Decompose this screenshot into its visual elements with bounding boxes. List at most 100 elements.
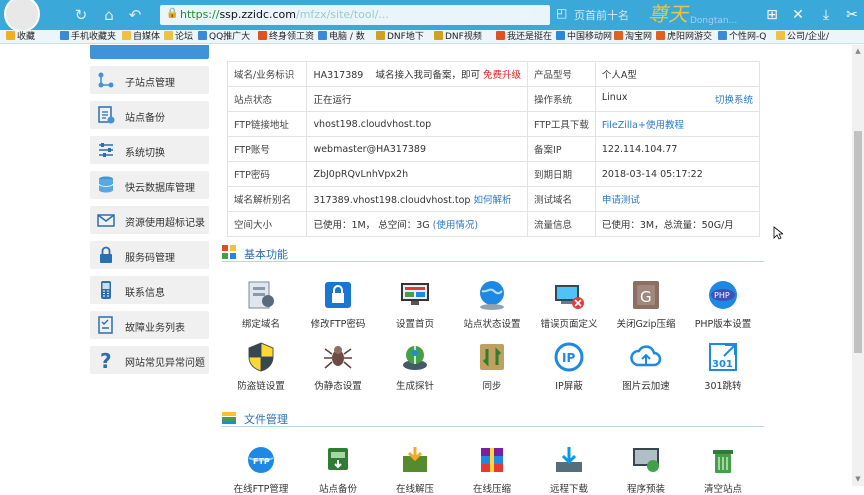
- apply-test-link[interactable]: 申请测试: [602, 195, 640, 206]
- func-probe[interactable]: 生成探针: [378, 341, 452, 392]
- bookmark-item[interactable]: 个性网-Q: [718, 31, 766, 43]
- scrollbar-thumb[interactable]: [854, 131, 862, 353]
- address-bar[interactable]: 🔒 https://ssp.zzidc.com/mfzx/site/tool/.…: [160, 5, 550, 25]
- bookmark-item[interactable]: DNF视频: [434, 31, 482, 43]
- chevron-down-icon[interactable]: ⌄: [538, 6, 548, 20]
- bookmark-item[interactable]: 虎阳网游交: [656, 31, 712, 43]
- func-label: 错误页面定义: [540, 319, 598, 330]
- func-online-unzip[interactable]: 在线解压: [378, 444, 452, 495]
- func-set-homepage[interactable]: 设置首页: [378, 279, 452, 330]
- sidebar-item-fault[interactable]: 故障业务列表: [90, 311, 209, 339]
- row-value: vhost198.cloudvhost.top: [306, 111, 529, 137]
- row-key: FTP账号: [226, 136, 308, 162]
- vertical-scrollbar[interactable]: ▲ ▼: [852, 45, 864, 486]
- bookmark-item[interactable]: DNF地下: [376, 31, 424, 43]
- bookmark-item[interactable]: QQ推广大: [198, 31, 250, 43]
- sidebar-item-contact[interactable]: 联系信息: [90, 276, 209, 304]
- back-icon[interactable]: ↶: [126, 6, 144, 24]
- func-online-zip[interactable]: 在线压缩: [455, 444, 529, 495]
- svg-text:G: G: [640, 288, 652, 306]
- lightning-icon[interactable]: ⚡: [504, 6, 512, 20]
- func-label: 修改FTP密码: [310, 319, 366, 330]
- func-label: 关闭Gzip压缩: [616, 319, 676, 330]
- func-label: 站点状态设置: [463, 319, 521, 330]
- func-hotlink-protection[interactable]: 防盗链设置: [224, 341, 298, 392]
- globe-icon: [480, 281, 504, 310]
- sidebar-item-switch[interactable]: 系统切换: [90, 136, 209, 164]
- bookmark-item[interactable]: 终身领工资: [258, 31, 314, 43]
- scroll-down-icon[interactable]: ▼: [854, 475, 862, 483]
- bookmark-item[interactable]: 电脑 / 数: [318, 31, 365, 43]
- usage-link[interactable]: (使用情况): [433, 220, 478, 231]
- bookmark-item[interactable]: 淘宝网: [614, 31, 652, 43]
- how-to-resolve-link[interactable]: 如何解析: [473, 195, 511, 206]
- func-sync[interactable]: 同步: [455, 341, 529, 392]
- bookmark-item[interactable]: 论坛: [164, 31, 193, 43]
- filezilla-link[interactable]: FileZilla+使用教程: [602, 120, 684, 131]
- func-remote-download[interactable]: 远程下载: [532, 444, 606, 495]
- func-label: 远程下载: [549, 484, 588, 495]
- func-gzip[interactable]: G 关闭Gzip压缩: [609, 279, 683, 330]
- scroll-up-icon[interactable]: ▲: [854, 47, 862, 55]
- refresh-icon[interactable]: ↻: [72, 6, 90, 24]
- row-value: 正在运行: [306, 86, 529, 112]
- sidebar-item-service-code[interactable]: 服务码管理: [90, 241, 209, 269]
- bookmark-item[interactable]: 手机收藏夹: [60, 31, 116, 43]
- func-image-cloud[interactable]: 图片云加速: [609, 341, 683, 392]
- func-ftp-password[interactable]: 修改FTP密码: [301, 279, 375, 330]
- func-301-redirect[interactable]: 301 301跳转: [686, 341, 760, 392]
- bookmark-icon: [718, 31, 727, 40]
- bookmark-item[interactable]: 我还是挺在: [496, 31, 552, 43]
- scissors-icon[interactable]: ✂: [842, 5, 862, 25]
- func-site-backup[interactable]: 站点备份: [301, 444, 375, 495]
- func-error-page[interactable]: 错误页面定义: [532, 279, 606, 330]
- func-rewrite[interactable]: 伪静态设置: [301, 341, 375, 392]
- func-ip-block[interactable]: IP IP屏蔽: [532, 341, 606, 392]
- bookmark-item[interactable]: 中国移动网: [556, 31, 612, 43]
- bookmark-item[interactable]: 公司/企业/: [776, 31, 829, 43]
- search-box-text[interactable]: 页首前十名: [574, 7, 629, 23]
- func-preinstall[interactable]: 程序预装: [609, 444, 683, 495]
- func-clear-site[interactable]: 清空站点: [686, 444, 760, 495]
- row-key: 域名解析别名: [226, 186, 308, 212]
- close-tab-icon[interactable]: ✕: [788, 5, 808, 25]
- func-site-status[interactable]: 站点状态设置: [455, 279, 529, 330]
- func-online-ftp[interactable]: FTP 在线FTP管理: [224, 444, 298, 495]
- sidebar-item-label: 联系信息: [125, 288, 165, 299]
- free-upgrade-link[interactable]: 免费升级: [483, 70, 521, 81]
- func-label: 设置首页: [395, 319, 434, 330]
- sidebar-item-database[interactable]: 快云数据库管理: [90, 171, 209, 199]
- row-key: 站点状态: [226, 86, 308, 112]
- func-label: 防盗链设置: [237, 381, 285, 392]
- gzip-icon: G: [633, 281, 659, 309]
- func-label: 绑定域名: [241, 319, 280, 330]
- bookmark-icon: [496, 31, 505, 40]
- sidebar-item-label: 系统切换: [125, 148, 165, 159]
- sidebar-item-faq[interactable]: ? 网站常见异常问题: [90, 346, 209, 374]
- question-icon: ?: [100, 350, 112, 370]
- download-icon[interactable]: ⤓: [816, 5, 836, 25]
- sidebar-active-item[interactable]: [90, 45, 209, 59]
- home-icon[interactable]: ⌂: [100, 6, 118, 24]
- sidebar-item-subsite[interactable]: 子站点管理: [90, 66, 209, 94]
- dnf-icon: [376, 31, 385, 40]
- grid-icon[interactable]: ▦: [520, 6, 531, 20]
- func-bind-domain[interactable]: 绑定域名: [224, 279, 298, 330]
- row-key: 域名/业务标识: [226, 61, 308, 87]
- func-label: 同步: [482, 381, 502, 392]
- user-avatar[interactable]: [4, 0, 40, 30]
- switch-system-link[interactable]: 切换系统: [715, 92, 753, 106]
- mouse-cursor-icon: [773, 226, 783, 240]
- bookmark-item[interactable]: 收藏: [6, 31, 35, 43]
- shield-icon: [248, 342, 274, 372]
- apps-icon[interactable]: ⊞: [762, 5, 782, 25]
- row-value: ZbJ0pRQvLnhVpx2h: [306, 161, 529, 187]
- bookmark-item[interactable]: 自媒体: [122, 31, 160, 43]
- sidebar-item-backup[interactable]: 站点备份: [90, 101, 209, 129]
- search-scope-icon[interactable]: ◰: [556, 6, 567, 20]
- lock-icon: 🔒: [166, 8, 179, 19]
- svg-text:?: ?: [100, 350, 112, 370]
- func-php-version[interactable]: PHP PHP版本设置: [686, 279, 760, 330]
- sitemap-icon: [98, 72, 114, 88]
- sidebar-item-overuse[interactable]: 资源使用超标记录: [90, 206, 209, 234]
